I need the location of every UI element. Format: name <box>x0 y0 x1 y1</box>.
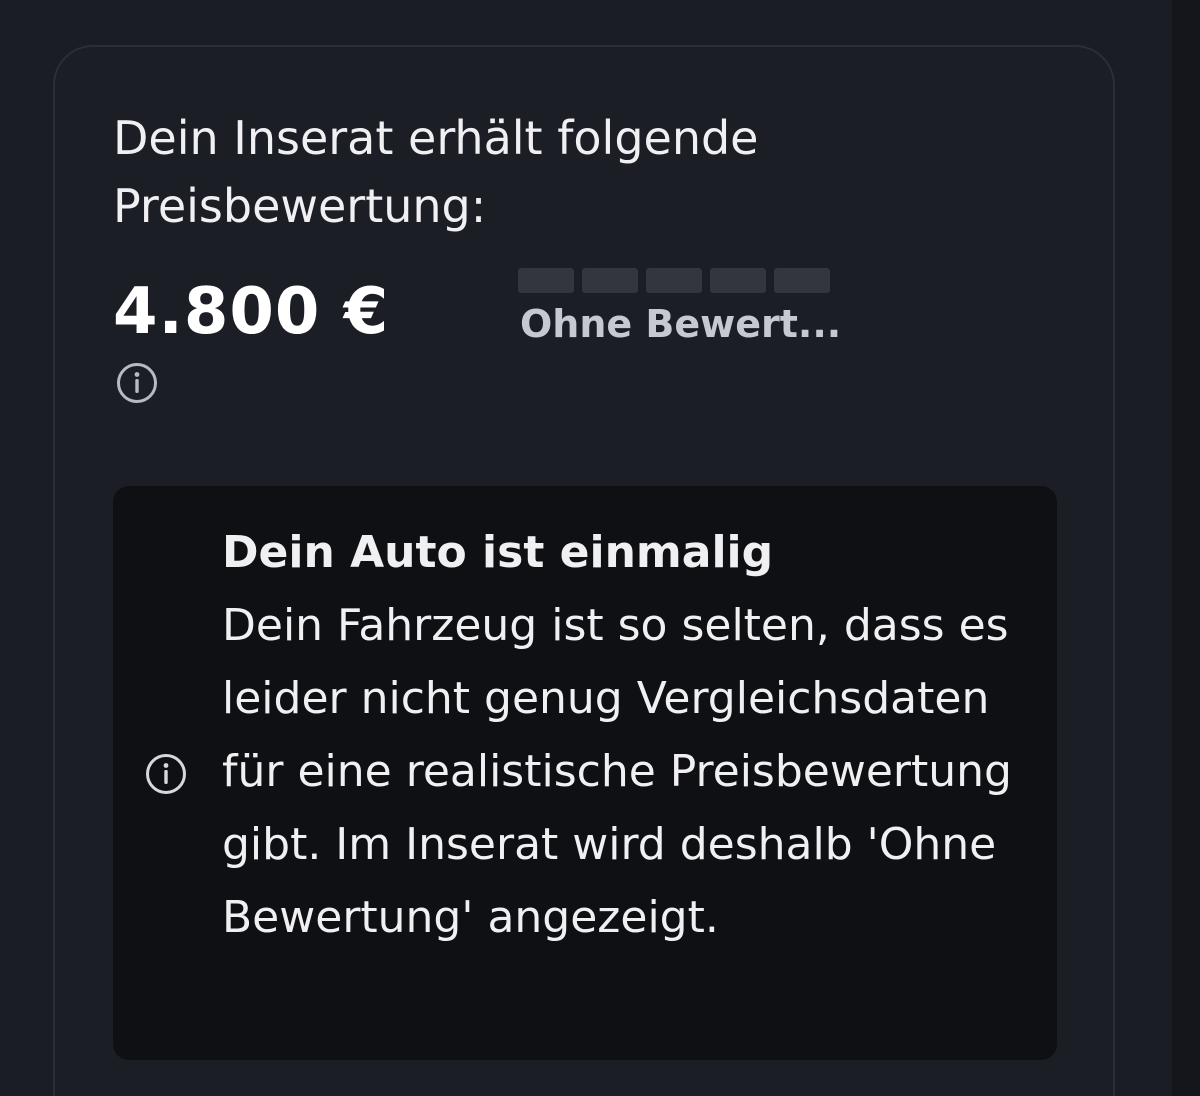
page-title: Dein Inserat erhält folgende Preisbewert… <box>113 111 759 233</box>
page: Dein Inserat erhält folgende Preisbewert… <box>0 0 1200 1096</box>
notice-title: Dein Auto ist einmalig <box>222 527 774 578</box>
rating-segment <box>774 268 830 293</box>
price-value: 4.800 € <box>113 275 390 349</box>
rating-segment <box>582 268 638 293</box>
rating-segment <box>646 268 702 293</box>
scroll-gutter <box>1172 0 1200 1096</box>
rating-segment <box>710 268 766 293</box>
info-icon[interactable] <box>116 362 158 404</box>
notice-text: Dein Auto ist einmalig Dein Fahrzeug ist… <box>222 516 1012 954</box>
rating-scale <box>518 268 830 293</box>
notice-body: Dein Fahrzeug ist so selten, dass es lei… <box>222 600 1012 943</box>
rating-segment <box>518 268 574 293</box>
info-icon <box>146 754 186 794</box>
rating-label: Ohne Bewert... <box>520 302 842 346</box>
